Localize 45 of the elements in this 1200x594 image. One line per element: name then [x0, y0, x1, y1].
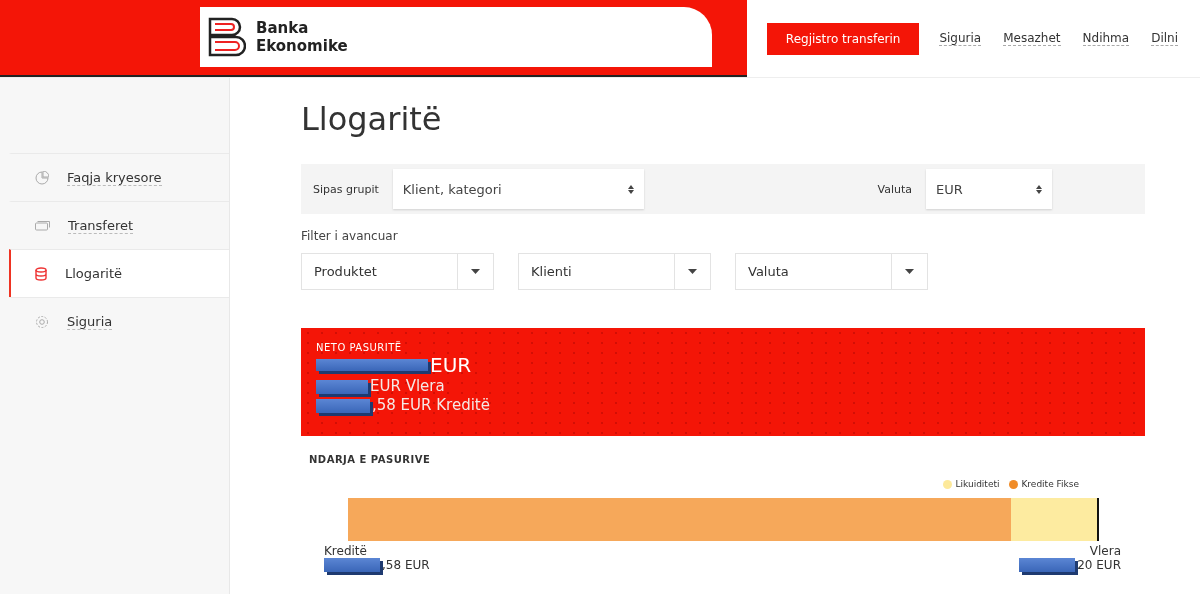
- legend-label: Likuiditeti: [955, 479, 1000, 489]
- amount-value: ,58 EUR: [382, 558, 430, 572]
- group-select[interactable]: Klient, kategori: [392, 169, 644, 209]
- total-amount: EUR: [430, 353, 472, 377]
- filter-dropdown[interactable]: Klienti: [518, 253, 711, 290]
- caret-icon: [688, 269, 697, 274]
- section-title: NDARJA E PASURIVE: [309, 454, 432, 465]
- sidebar-item[interactable]: Llogaritë: [9, 249, 229, 297]
- caret-icon: [471, 269, 480, 274]
- section-label: Filter i avancuar: [301, 229, 399, 243]
- legend-label: Kredite Fikse: [1021, 479, 1079, 489]
- logo-text: Ekonomike: [256, 37, 348, 55]
- sidebar-item[interactable]: Siguria: [9, 297, 229, 345]
- redaction-mark: [316, 379, 368, 394]
- amount-value: 20 EUR: [1077, 558, 1121, 572]
- sort-arrows-icon: [627, 184, 634, 194]
- filter-dropdown[interactable]: Produktet: [301, 253, 494, 290]
- axis-label: Vlera: [1089, 544, 1121, 558]
- caret-icon: [905, 269, 914, 274]
- redaction-mark: [1019, 558, 1076, 572]
- field-label: Valuta: [877, 182, 912, 196]
- card-label: NETO PASURITË: [316, 342, 403, 353]
- amount-line: ,58 EUR Kreditë: [372, 396, 490, 415]
- cards-icon: [35, 220, 50, 231]
- page-title: Llogaritë: [301, 100, 443, 138]
- field-label: Sipas grupit: [313, 182, 379, 196]
- filter-dropdown[interactable]: Valuta: [735, 253, 928, 290]
- settings-icon: [35, 314, 49, 329]
- logo-card[interactable]: Banka Ekonomike: [200, 7, 712, 67]
- database-icon: [35, 266, 47, 281]
- logo-icon: [206, 16, 246, 58]
- currency-select[interactable]: EUR: [926, 169, 1052, 209]
- register-transfer-button[interactable]: Regjistro transferin: [766, 22, 920, 55]
- pie-chart-icon: [35, 170, 49, 185]
- redaction-mark: [324, 558, 380, 572]
- nav-link[interactable]: Siguria: [939, 31, 982, 46]
- sidebar-item[interactable]: Faqja kryesore: [9, 153, 229, 201]
- sort-arrows-icon: [1036, 184, 1042, 194]
- nav-link[interactable]: Mesazhet: [1003, 31, 1061, 46]
- logo-text: Banka: [256, 19, 310, 37]
- nav-link[interactable]: Dilni: [1151, 31, 1178, 46]
- axis-label: Kreditë: [324, 544, 367, 558]
- nav-link[interactable]: Ndihma: [1082, 31, 1130, 46]
- redaction-mark: [316, 398, 370, 413]
- amount-line: EUR Vlera: [370, 377, 445, 396]
